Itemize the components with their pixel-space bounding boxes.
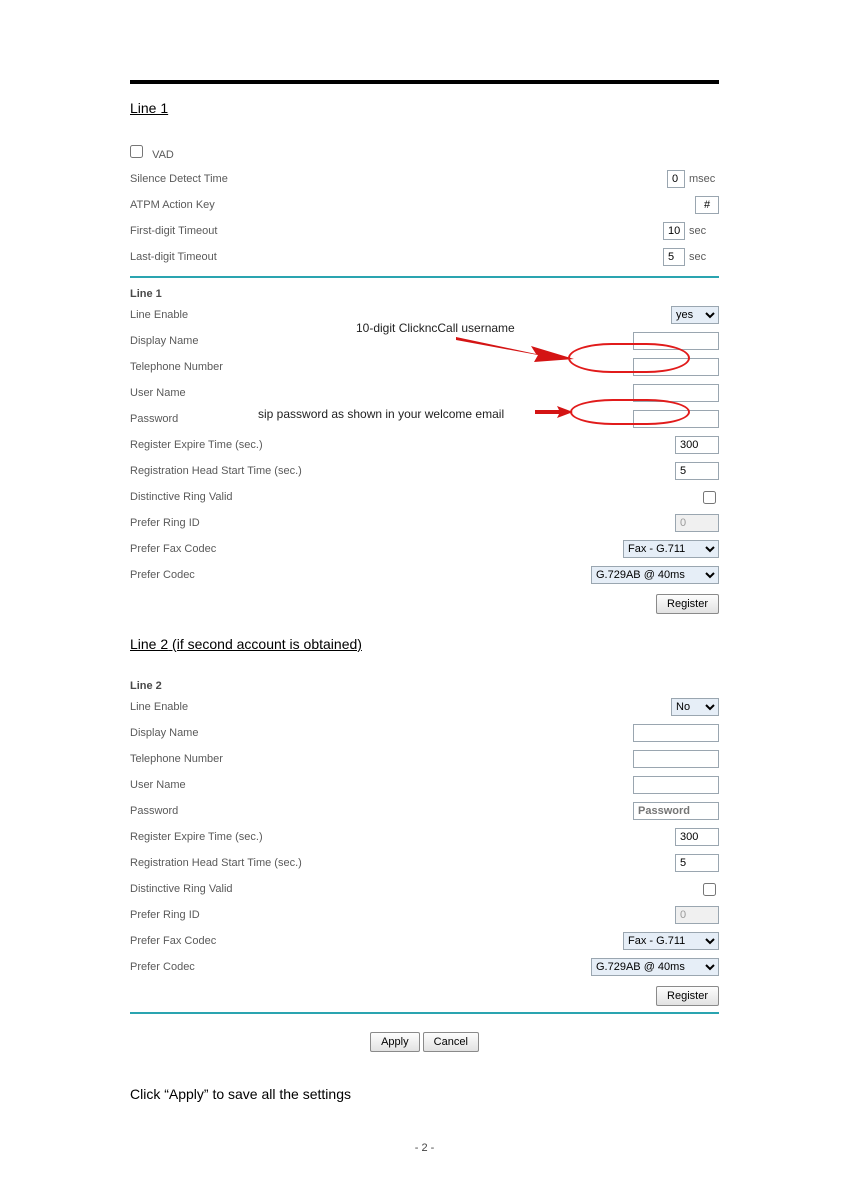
line-enable-label: Line Enable xyxy=(130,309,360,321)
username-label: User Name xyxy=(130,387,360,399)
annotation-password: sip password as shown in your welcome em… xyxy=(258,407,504,421)
first-digit-label: First-digit Timeout xyxy=(130,225,360,237)
display-name-input[interactable] xyxy=(633,724,719,742)
telephone-label: Telephone Number xyxy=(130,361,360,373)
prefer-ring-input[interactable] xyxy=(675,906,719,924)
page-number: - 2 - xyxy=(130,1102,719,1154)
distinctive-checkbox[interactable] xyxy=(703,883,716,896)
silence-detect-unit: msec xyxy=(689,173,719,185)
atpm-label: ATPM Action Key xyxy=(130,199,360,211)
prefer-codec-label: Prefer Codec xyxy=(130,569,360,581)
prefer-codec-label: Prefer Codec xyxy=(130,961,360,973)
cancel-button[interactable]: Cancel xyxy=(423,1032,479,1052)
password-input[interactable] xyxy=(633,410,719,428)
line2-subheading: Line 2 xyxy=(130,676,719,694)
last-digit-unit: sec xyxy=(689,251,719,263)
password-label: Password xyxy=(130,805,360,817)
prefer-fax-select[interactable]: Fax - G.711 xyxy=(623,540,719,558)
display-name-label: Display Name xyxy=(130,727,360,739)
line-enable-label: Line Enable xyxy=(130,701,360,713)
prefer-fax-select[interactable]: Fax - G.711 xyxy=(623,932,719,950)
last-digit-input[interactable] xyxy=(663,248,685,266)
arrow-icon xyxy=(456,334,576,364)
register-button[interactable]: Register xyxy=(656,594,719,614)
display-name-input[interactable] xyxy=(633,332,719,350)
arrow-icon xyxy=(535,406,575,418)
distinctive-label: Distinctive Ring Valid xyxy=(130,491,360,503)
vad-checkbox[interactable] xyxy=(130,145,143,158)
reg-expire-input[interactable] xyxy=(675,436,719,454)
distinctive-checkbox[interactable] xyxy=(703,491,716,504)
line-enable-select[interactable]: yes xyxy=(671,306,719,324)
vad-label: VAD xyxy=(152,149,174,161)
line1-subheading: Line 1 xyxy=(130,284,719,302)
prefer-fax-label: Prefer Fax Codec xyxy=(130,543,360,555)
reg-headstart-input[interactable] xyxy=(675,854,719,872)
username-input[interactable] xyxy=(633,776,719,794)
reg-headstart-label: Registration Head Start Time (sec.) xyxy=(130,465,360,477)
telephone-input[interactable] xyxy=(633,358,719,376)
telephone-label: Telephone Number xyxy=(130,753,360,765)
closing-text: Click “Apply” to save all the settings xyxy=(130,1086,719,1102)
line-enable-select[interactable]: No xyxy=(671,698,719,716)
reg-expire-input[interactable] xyxy=(675,828,719,846)
prefer-codec-select[interactable]: G.729AB @ 40ms xyxy=(591,566,719,584)
reg-expire-label: Register Expire Time (sec.) xyxy=(130,439,360,451)
first-digit-unit: sec xyxy=(689,225,719,237)
silence-detect-input[interactable] xyxy=(667,170,685,188)
distinctive-label: Distinctive Ring Valid xyxy=(130,883,360,895)
prefer-ring-label: Prefer Ring ID xyxy=(130,909,360,921)
password-input[interactable] xyxy=(633,802,719,820)
prefer-ring-input[interactable] xyxy=(675,514,719,532)
username-label: User Name xyxy=(130,779,360,791)
atpm-input[interactable] xyxy=(695,196,719,214)
reg-headstart-label: Registration Head Start Time (sec.) xyxy=(130,857,360,869)
register-button[interactable]: Register xyxy=(656,986,719,1006)
line2-heading: Line 2 (if second account is obtained) xyxy=(130,636,719,652)
prefer-fax-label: Prefer Fax Codec xyxy=(130,935,360,947)
telephone-input[interactable] xyxy=(633,750,719,768)
first-digit-input[interactable] xyxy=(663,222,685,240)
username-input[interactable] xyxy=(633,384,719,402)
prefer-ring-label: Prefer Ring ID xyxy=(130,517,360,529)
reg-expire-label: Register Expire Time (sec.) xyxy=(130,831,360,843)
reg-headstart-input[interactable] xyxy=(675,462,719,480)
silence-detect-label: Silence Detect Time xyxy=(130,173,360,185)
annotation-username: 10-digit ClickncCall username xyxy=(356,321,515,335)
line1-heading: Line 1 xyxy=(130,100,719,116)
prefer-codec-select[interactable]: G.729AB @ 40ms xyxy=(591,958,719,976)
apply-button[interactable]: Apply xyxy=(370,1032,420,1052)
display-name-label: Display Name xyxy=(130,335,360,347)
last-digit-label: Last-digit Timeout xyxy=(130,251,360,263)
